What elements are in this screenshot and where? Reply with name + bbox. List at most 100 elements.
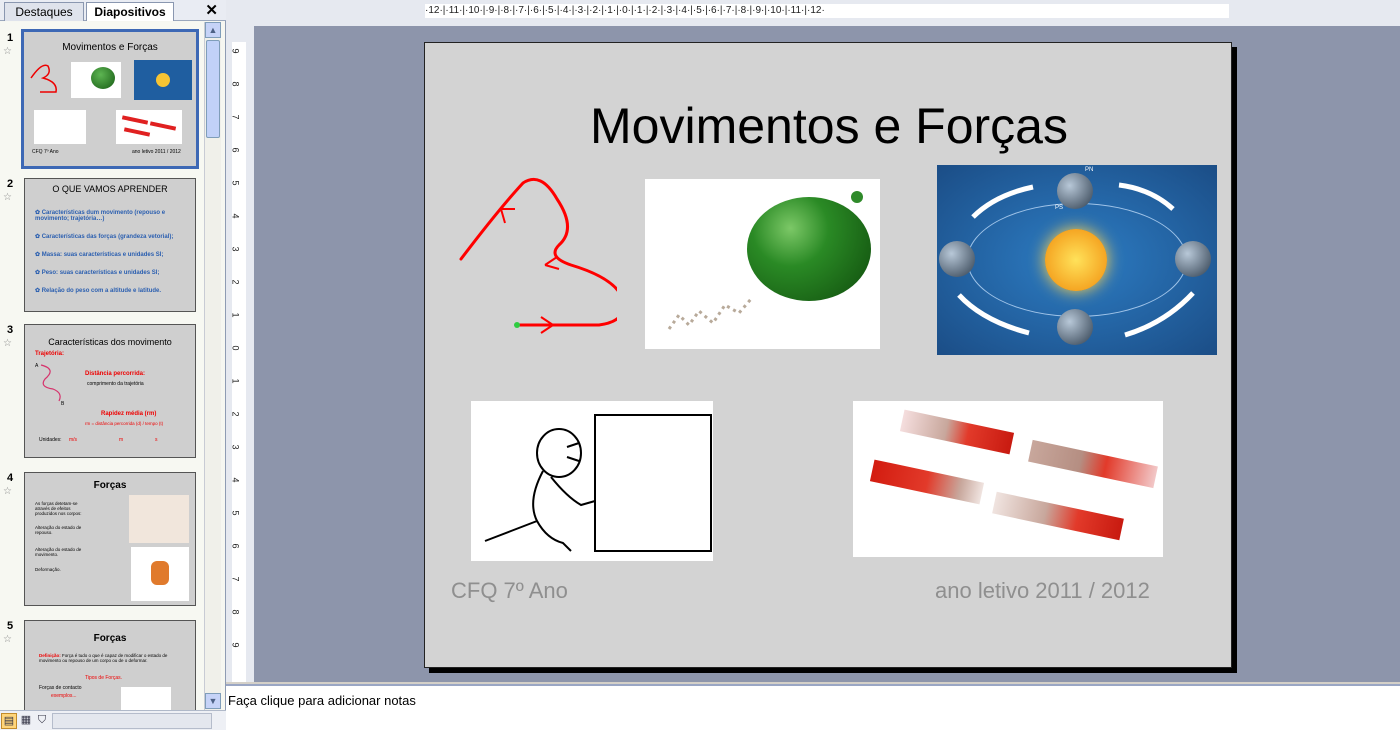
horizontal-scrollbar[interactable] <box>52 713 212 729</box>
star-icon: ☆ <box>3 486 12 497</box>
slide-number: 1 <box>7 32 14 44</box>
ruler-tick-label: 1 <box>230 312 241 318</box>
thumbnail-vertical-scrollbar[interactable]: ▲ ▼ <box>204 22 221 710</box>
kick-thumb-image <box>131 547 189 601</box>
thumbnail-preview[interactable]: Forças Definição: Força é tudo o que é c… <box>24 620 196 710</box>
slide-sorter-view-icon[interactable]: ▦ <box>18 713 34 729</box>
slide-thumbnail-list: 1 ☆ Movimentos e Forças CFQ 7º Ano ano l… <box>0 22 204 710</box>
thumb-text: Forças de contacto <box>39 685 82 691</box>
slide-title[interactable]: Movimentos e Forças <box>425 97 1233 155</box>
star-icon: ☆ <box>3 192 12 203</box>
ruler-tick-label: 6 <box>230 147 241 153</box>
thumb-title: Características dos movimento <box>48 337 172 347</box>
slide-footer-left[interactable]: CFQ 7º Ano <box>451 578 568 604</box>
vertical-ruler: 9 8 7 6 5 4 3 2 1 0 1 2 3 4 5 6 7 8 9 <box>226 26 254 682</box>
ruler-tick-label: 7 <box>230 114 241 120</box>
thumb-title: Forças <box>93 480 127 491</box>
horizontal-ruler-scale: ·12·|·11·|·10·|·9·|·8·|·7·|·6·|·5·|·4·|·… <box>425 4 1229 18</box>
normal-view-icon[interactable]: ▤ <box>1 713 17 729</box>
thumb-text: Alteração do estado de movimento. <box>35 547 82 557</box>
path-thumb-icon <box>40 364 61 402</box>
thumb-text: Trajetória: <box>35 351 65 357</box>
close-panel-icon[interactable]: ✕ <box>205 1 218 19</box>
thumb-title: O QUE VAMOS APRENDER <box>52 184 168 194</box>
slide-number: 5 <box>7 620 14 632</box>
slideshow-view-icon[interactable]: ⛉ <box>34 713 50 729</box>
ruler-tick-label: 7 <box>230 576 241 582</box>
thumb-text: m/s <box>69 437 78 443</box>
star-icon: ☆ <box>3 634 12 645</box>
slides-panel: Destaques Diapositivos ✕ 1 ☆ Movimentos … <box>0 0 226 730</box>
star-icon: ☆ <box>3 46 12 57</box>
panel-tab-strip: Destaques Diapositivos ✕ <box>0 0 226 21</box>
thumb-text: As forças detetam-se através de efeitos … <box>35 501 82 516</box>
thumb-text: B <box>61 401 65 407</box>
tab-outline[interactable]: Destaques <box>4 2 84 21</box>
thumb-bullet: ✿ Características das forças (grandeza v… <box>35 234 174 240</box>
thumb-bullet: ✿ Massa: suas características e unidades… <box>35 252 164 258</box>
thumb-text: Distância percorrida: <box>85 371 146 377</box>
ruler-tick-label: 4 <box>230 477 241 483</box>
orbit-thumb-image <box>134 60 192 100</box>
thumb-text: Rapidez média (rm) <box>101 411 157 417</box>
thumb-bullet: ✿ Relação do peso com a altitude e latit… <box>35 288 162 294</box>
thumbnail-preview[interactable]: O QUE VAMOS APRENDER ✿ Características d… <box>24 178 196 312</box>
ruler-tick-label: 2 <box>230 411 241 417</box>
thumbnail-preview[interactable]: Características dos movimento Trajetória… <box>24 324 196 458</box>
notes-placeholder[interactable]: Faça clique para adicionar notas <box>228 693 416 708</box>
thumb-bullet: ✿ Características dum movimento (repouso… <box>35 210 166 222</box>
ruler-tick-label: 4 <box>230 213 241 219</box>
magnets-image[interactable] <box>853 401 1163 557</box>
thumb-text: Unidades: <box>39 437 62 443</box>
slide-footer-right[interactable]: ano letivo 2011 / 2012 <box>935 578 1150 604</box>
thumb-text: Tipos de Forças. <box>85 675 123 681</box>
thumbnail-preview[interactable]: Movimentos e Forças CFQ 7º Ano ano letiv… <box>21 29 199 169</box>
thumb-title: Movimentos e Forças <box>62 42 158 53</box>
thumb-text: comprimento da trajetória <box>87 381 144 387</box>
view-buttons-bar: ▤ ▦ ⛉ <box>0 710 226 730</box>
slide-number: 4 <box>7 472 14 484</box>
hands-thumb-image <box>129 495 189 543</box>
push-thumb-image <box>121 687 171 710</box>
ruler-tick-label: 8 <box>230 81 241 87</box>
slide-editing-area: Movimentos e Forças PN PS CFQ 7º Ano ano… <box>254 26 1400 682</box>
star-icon: ☆ <box>3 338 12 349</box>
ruler-tick-label: 3 <box>230 444 241 450</box>
thumb-text: Definição: Força é tudo o que é capaz de… <box>39 653 168 663</box>
earth-orbit-image[interactable]: PN PS <box>937 165 1217 355</box>
thumb-text: Deformação. <box>35 567 61 572</box>
ruler-tick-label: 9 <box>230 642 241 648</box>
slide-number: 3 <box>7 324 14 336</box>
trajectory-image[interactable] <box>453 173 617 335</box>
push-thumb-image <box>34 110 86 144</box>
thumb-bullet: ✿ Peso: suas características e unidades … <box>35 270 160 276</box>
ruler-tick-label: 2 <box>230 279 241 285</box>
ruler-tick-label: 5 <box>230 510 241 516</box>
thumb-text: m <box>119 437 124 443</box>
pushing-box-image[interactable] <box>471 401 713 561</box>
ruler-tick-label: 3 <box>230 246 241 252</box>
thumb-text: Alteração do estado de repouso. <box>35 525 82 535</box>
scroll-down-arrow-icon[interactable]: ▼ <box>205 693 221 709</box>
thumb-text: rm = distância percorrida (d) / tempo (t… <box>85 421 164 426</box>
ruler-tick-label: 0 <box>230 345 241 351</box>
scroll-up-arrow-icon[interactable]: ▲ <box>205 22 221 38</box>
thumb-footer-left: CFQ 7º Ano <box>32 149 59 155</box>
scrollbar-thumb[interactable] <box>206 40 220 138</box>
balloon-image[interactable] <box>645 179 880 349</box>
balloon-thumb-image <box>71 62 121 98</box>
thumb-text: exemplos... <box>51 693 77 699</box>
slide-canvas[interactable]: Movimentos e Forças PN PS CFQ 7º Ano ano… <box>424 42 1232 668</box>
trajectory-thumb-icon <box>30 64 57 93</box>
thumb-title: Forças <box>93 633 127 644</box>
thumbnail-preview[interactable]: Forças As forças detetam-se através de e… <box>24 472 196 606</box>
ruler-tick-label: 8 <box>230 609 241 615</box>
tab-slides[interactable]: Diapositivos <box>86 2 174 21</box>
ruler-tick-label: 5 <box>230 180 241 186</box>
thumb-text: s <box>155 437 158 443</box>
ruler-tick-label: 9 <box>230 48 241 54</box>
slide-number: 2 <box>7 178 14 190</box>
notes-pane[interactable]: Faça clique para adicionar notas <box>226 684 1400 730</box>
thumb-footer-right: ano letivo 2011 / 2012 <box>132 149 181 155</box>
vertical-ruler-scale: 9 8 7 6 5 4 3 2 1 0 1 2 3 4 5 6 7 8 9 <box>230 42 246 682</box>
